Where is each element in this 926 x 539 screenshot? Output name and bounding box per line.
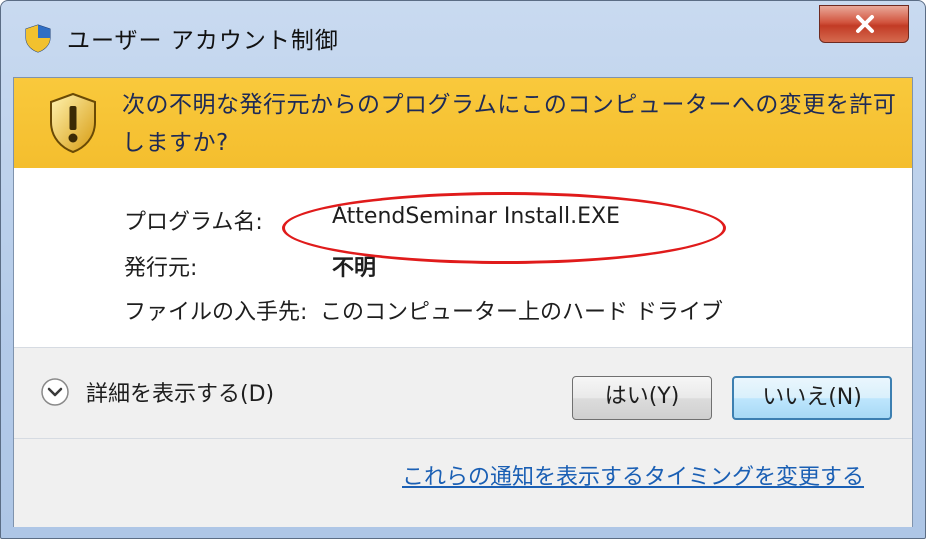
uac-dialog-window: ユーザー アカウント制御 次の不明な発行元からのプログラムにこのコンピューターへ… (0, 0, 926, 539)
origin-row: ファイルの入手先: このコンピューター上のハード ドライブ (124, 294, 723, 326)
origin-value: このコンピューター上のハード ドライブ (320, 300, 723, 325)
no-button[interactable]: いいえ(N) (732, 376, 892, 420)
banner-message: 次の不明な発行元からのプログラムにこのコンピューターへの変更を許可しますか? (122, 92, 897, 156)
close-button[interactable] (819, 5, 909, 43)
window-title: ユーザー アカウント制御 (67, 28, 339, 54)
program-row: プログラム名: AttendSeminar Install.EXE (124, 204, 620, 236)
show-details-label[interactable]: 詳細を表示する(D) (86, 376, 274, 408)
uac-shield-icon (25, 24, 51, 53)
publisher-label: 発行元: (124, 256, 198, 281)
link-area: これらの通知を表示するタイミングを変更する (14, 439, 912, 527)
warning-banner: 次の不明な発行元からのプログラムにこのコンピューターへの変更を許可しますか? (14, 78, 912, 168)
warning-shield-icon (50, 92, 96, 154)
yes-button[interactable]: はい(Y) (572, 376, 712, 420)
publisher-row: 発行元: 不明 (124, 250, 376, 282)
close-icon (856, 15, 874, 33)
red-ellipse-annotation (282, 192, 726, 264)
dialog-client-area: 次の不明な発行元からのプログラムにこのコンピューターへの変更を許可しますか? プ… (13, 77, 913, 527)
origin-label: ファイルの入手先: (124, 300, 308, 325)
program-label: プログラム名: (124, 210, 263, 235)
button-area: 詳細を表示する(D) はい(Y) いいえ(N) (14, 348, 912, 438)
notification-settings-link[interactable]: これらの通知を表示するタイミングを変更する (402, 459, 864, 491)
chevron-down-icon (41, 378, 69, 406)
title-bar[interactable]: ユーザー アカウント制御 (1, 1, 925, 76)
